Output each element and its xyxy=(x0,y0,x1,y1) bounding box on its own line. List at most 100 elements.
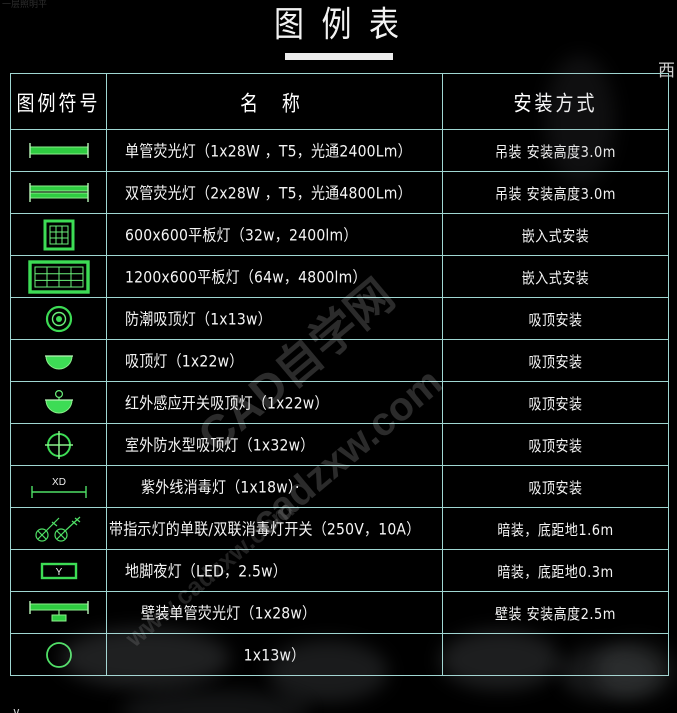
install-cell: 暗装，底距地1.6m xyxy=(442,507,669,550)
panel-light-1200x600-icon xyxy=(11,257,106,296)
install-cell: 吸顶安装 xyxy=(442,297,669,340)
legend-name: 地脚夜灯（LED，2.5w） xyxy=(125,562,287,581)
legend-name: 紫外线消毒灯（1x18w）· xyxy=(141,478,300,497)
symbol-cell xyxy=(10,255,107,298)
install-cell: 吸顶安装 xyxy=(442,339,669,382)
table-row: 室外防水型吸顶灯（1x32w） 吸顶安装 xyxy=(10,423,669,466)
header-label-install: 安装方式 xyxy=(513,90,598,116)
symbol-cell xyxy=(10,507,107,550)
legend-install: 壁装 安装高度2.5m xyxy=(495,605,616,623)
symbol-cell xyxy=(10,591,107,634)
legend-name: 防潮吸顶灯（1x13w） xyxy=(125,310,272,329)
ceiling-lamp-icon xyxy=(11,341,106,380)
install-cell: 嵌入式安装 xyxy=(442,255,669,298)
symbol-cell xyxy=(10,339,107,382)
uv-lamp-label: XD xyxy=(52,477,66,488)
name-cell: 防潮吸顶灯（1x13w） xyxy=(106,297,443,340)
table-row: 带指示灯的单联/双联消毒灯开关（250V，10A） 暗装，底距地1.6m xyxy=(10,507,669,550)
drawing-title-block: 图 例 表 xyxy=(0,5,677,60)
legend-name: 1x13w） xyxy=(243,646,306,665)
table-row: 防潮吸顶灯（1x13w） 吸顶安装 xyxy=(10,297,669,340)
title-underline xyxy=(284,53,393,60)
symbol-cell xyxy=(10,633,107,676)
page-title: 图 例 表 xyxy=(273,4,404,47)
table-row: 1200x600平板灯（64w，4800lm） 嵌入式安装 xyxy=(10,255,669,298)
legend-name: 单管荧光灯（1x28W ，T5，光通2400Lm） xyxy=(125,142,412,161)
name-cell: 双管荧光灯（2x28W ，T5，光通4800Lm） xyxy=(106,171,443,214)
header-cell-symbol: 图例符号 xyxy=(10,73,107,130)
legend-name: 1200x600平板灯（64w，4800lm） xyxy=(125,268,367,287)
table-header-row: 图例符号 名 称 安装方式 xyxy=(10,73,669,130)
name-cell: 室外防水型吸顶灯（1x32w） xyxy=(106,423,443,466)
symbol-cell: XD xyxy=(10,465,107,508)
name-cell: 红外感应开关吸顶灯（1x22w） xyxy=(106,381,443,424)
install-cell: 吊装 安装高度3.0m xyxy=(442,129,669,172)
foot-night-light-icon: Y xyxy=(11,551,106,590)
install-cell: 吸顶安装 xyxy=(442,423,669,466)
bottom-mark: ∨ xyxy=(12,705,21,713)
legend-install: 吸顶安装 xyxy=(528,479,583,497)
panel-light-600x600-icon xyxy=(11,215,106,254)
name-cell: 1x13w） xyxy=(106,633,443,676)
legend-name: 室外防水型吸顶灯（1x32w） xyxy=(125,436,315,455)
legend-install: 吊装 安装高度3.0m xyxy=(495,143,616,161)
wall-mounted-single-tube-lamp-icon xyxy=(11,593,106,632)
legend-install: 暗装，底距地0.3m xyxy=(497,563,614,581)
symbol-cell: Y xyxy=(10,549,107,592)
infrared-sensor-ceiling-lamp-icon xyxy=(11,383,106,422)
symbol-cell xyxy=(10,423,107,466)
symbol-cell xyxy=(10,129,107,172)
name-cell: 600x600平板灯（32w，2400lm） xyxy=(106,213,443,256)
install-cell: 壁装 安装高度2.5m xyxy=(442,591,669,634)
name-cell: 紫外线消毒灯（1x18w）· xyxy=(106,465,443,508)
install-cell: 暗装，底距地0.3m xyxy=(442,549,669,592)
symbol-cell xyxy=(10,297,107,340)
legend-name: 双管荧光灯（2x28W ，T5，光通4800Lm） xyxy=(125,184,412,203)
legend-install: 嵌入式安装 xyxy=(521,269,590,287)
legend-name: 600x600平板灯（32w，2400lm） xyxy=(125,226,358,245)
install-cell: 吸顶安装 xyxy=(442,381,669,424)
disinfection-lamp-switch-icon xyxy=(11,509,106,548)
name-cell: 吸顶灯（1x22w） xyxy=(106,339,443,382)
install-cell: 吸顶安装 xyxy=(442,465,669,508)
legend-table: 图例符号 名 称 安装方式 单管荧光灯（1x28W ，T5，光通2400Lm） … xyxy=(10,73,669,676)
legend-install: 吸顶安装 xyxy=(528,311,583,329)
header-label-name: 名 称 xyxy=(240,90,309,116)
symbol-cell xyxy=(10,171,107,214)
table-row: 双管荧光灯（2x28W ，T5，光通4800Lm） 吊装 安装高度3.0m xyxy=(10,171,669,214)
header-label-symbol: 图例符号 xyxy=(16,90,101,116)
install-cell xyxy=(442,633,669,676)
table-row: 壁装单管荧光灯（1x28w） 壁装 安装高度2.5m xyxy=(10,591,669,634)
name-cell: 带指示灯的单联/双联消毒灯开关（250V，10A） xyxy=(106,507,443,550)
name-cell: 单管荧光灯（1x28W ，T5，光通2400Lm） xyxy=(106,129,443,172)
install-cell: 嵌入式安装 xyxy=(442,213,669,256)
image-artifact xyxy=(120,690,310,713)
double-tube-fluorescent-lamp-icon xyxy=(11,173,106,212)
table-row: 1x13w） xyxy=(10,633,669,676)
legend-install: 嵌入式安装 xyxy=(521,227,590,245)
name-cell: 壁装单管荧光灯（1x28w） xyxy=(106,591,443,634)
legend-name: 壁装单管荧光灯（1x28w） xyxy=(141,604,317,623)
table-row: Y 地脚夜灯（LED，2.5w） 暗装，底距地0.3m xyxy=(10,549,669,592)
legend-install: 吸顶安装 xyxy=(528,437,583,455)
header-cell-name: 名 称 xyxy=(106,73,443,130)
name-cell: 地脚夜灯（LED，2.5w） xyxy=(106,549,443,592)
table-row: XD 紫外线消毒灯（1x18w）· 吸顶安装 xyxy=(10,465,669,508)
single-tube-fluorescent-lamp-icon xyxy=(11,131,106,170)
table-row: 600x600平板灯（32w，2400lm） 嵌入式安装 xyxy=(10,213,669,256)
name-cell: 1200x600平板灯（64w，4800lm） xyxy=(106,255,443,298)
legend-install: 暗装，底距地1.6m xyxy=(497,521,614,539)
legend-name: 吸顶灯（1x22w） xyxy=(125,352,244,371)
moisture-proof-ceiling-lamp-icon xyxy=(11,299,106,338)
uv-disinfection-lamp-icon: XD xyxy=(11,467,106,506)
legend-install: 吸顶安装 xyxy=(528,353,583,371)
legend-install: 吸顶安装 xyxy=(528,395,583,413)
table-row: 红外感应开关吸顶灯（1x22w） 吸顶安装 xyxy=(10,381,669,424)
table-row: 吸顶灯（1x22w） 吸顶安装 xyxy=(10,339,669,382)
cad-legend-drawing: 一层照明平 图 例 表 西 图例符号 名 称 安装方式 单管荧光灯（1x28W … xyxy=(0,0,677,713)
outdoor-waterproof-ceiling-lamp-icon xyxy=(11,425,106,464)
legend-name: 红外感应开关吸顶灯（1x22w） xyxy=(125,394,329,413)
symbol-cell xyxy=(10,381,107,424)
foot-light-label: Y xyxy=(55,567,62,578)
legend-name: 带指示灯的单联/双联消毒灯开关（250V，10A） xyxy=(109,520,421,539)
